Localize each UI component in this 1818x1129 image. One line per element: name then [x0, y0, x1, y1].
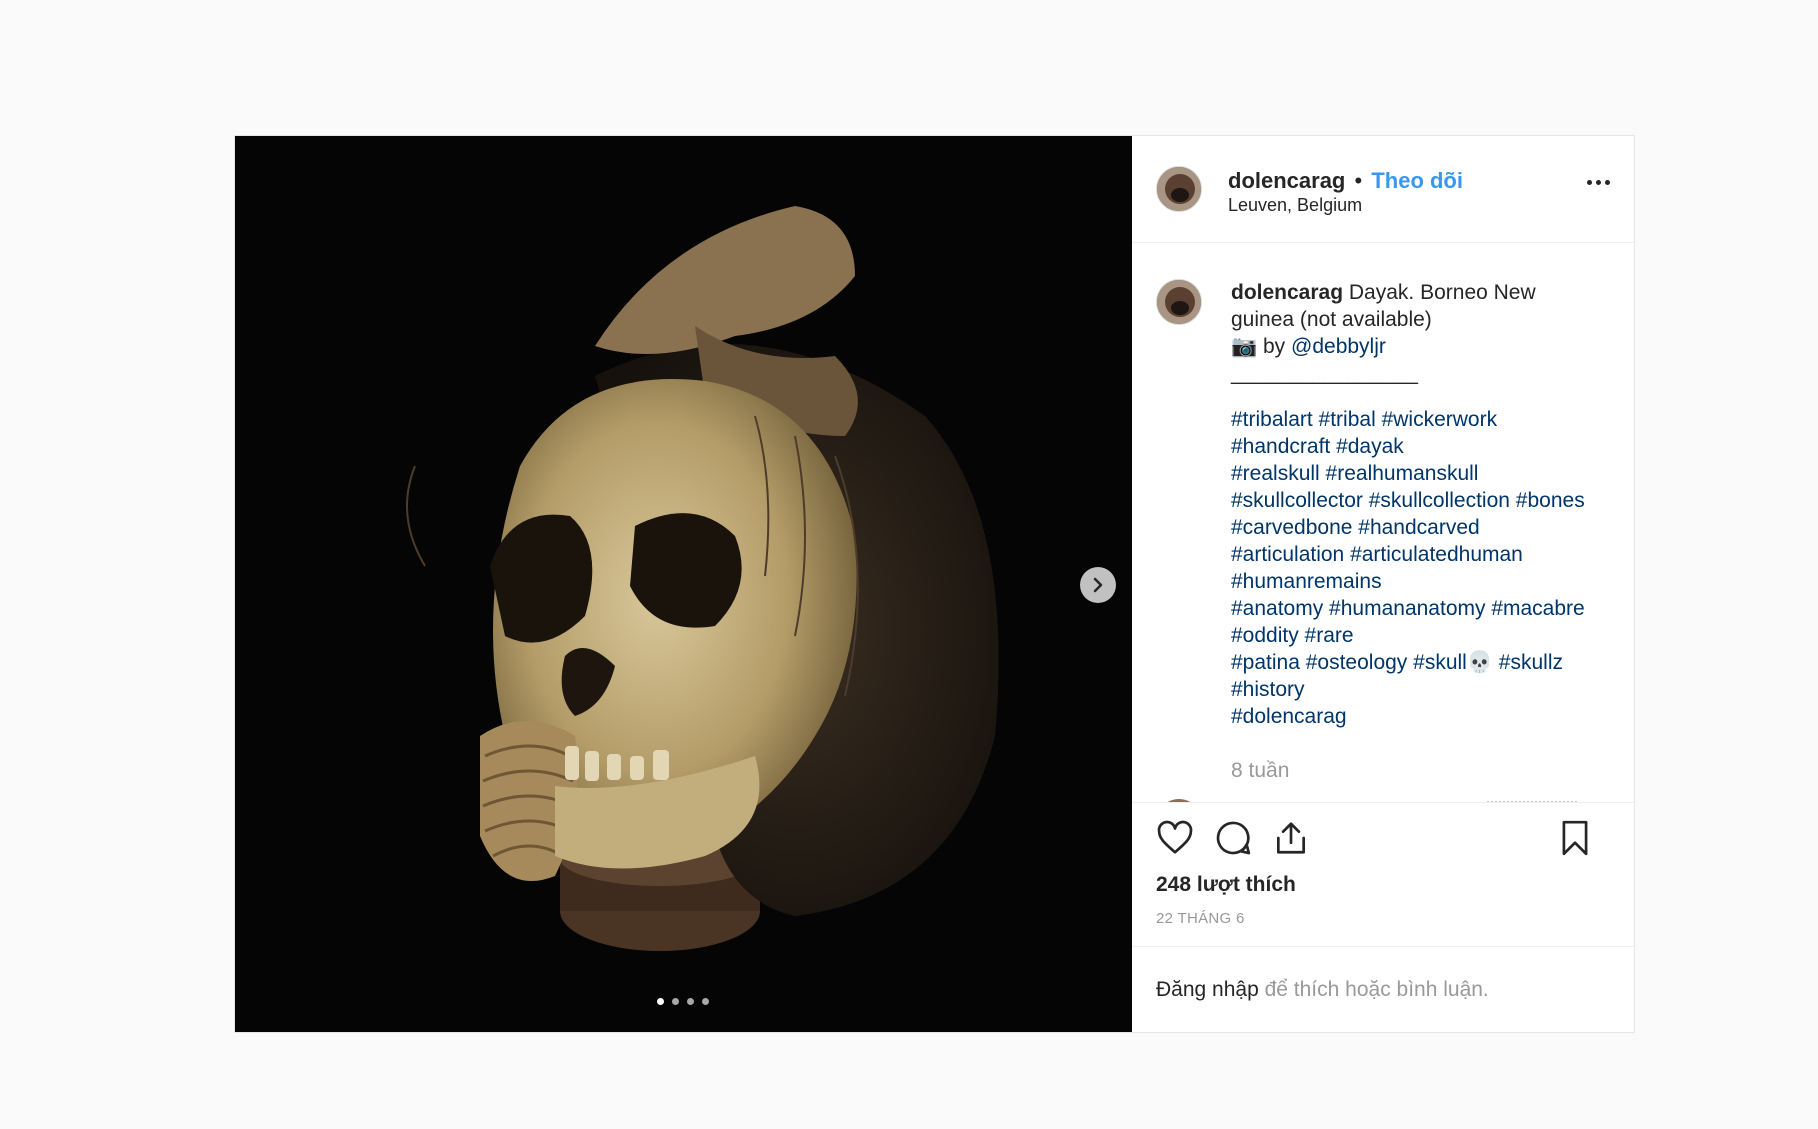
- hashtag-line[interactable]: #skullcollector #skullcollection #bones: [1231, 487, 1586, 514]
- share-button[interactable]: [1272, 819, 1310, 862]
- username-link[interactable]: dolencarag: [1228, 168, 1345, 193]
- comments-section[interactable]: dolencarag Dayak. Borneo New guinea (not…: [1132, 243, 1634, 802]
- caption-text: guinea (not available): [1231, 308, 1432, 331]
- comment-button[interactable]: [1214, 819, 1252, 862]
- post-side-panel: dolencarag • Theo dõi Leuven, Belgium do…: [1132, 136, 1634, 1032]
- login-prompt-text: Đăng nhập để thích hoặc bình luận.: [1156, 978, 1489, 1002]
- caption-avatar[interactable]: [1156, 279, 1202, 325]
- post-media[interactable]: [235, 136, 1132, 1032]
- like-button[interactable]: [1156, 819, 1194, 862]
- follow-button[interactable]: Theo dõi: [1371, 168, 1463, 193]
- carousel-dot: [687, 998, 694, 1005]
- share-icon: [1276, 822, 1306, 854]
- more-horizontal-icon: [1587, 180, 1592, 185]
- post-photo: [235, 136, 1132, 1032]
- caption-timestamp[interactable]: 8 tuần: [1231, 759, 1289, 783]
- more-horizontal-icon: [1596, 180, 1601, 185]
- avatar-image: [1157, 280, 1201, 324]
- hashtag-line[interactable]: #dolencarag: [1231, 703, 1586, 730]
- separator-dot: •: [1354, 168, 1363, 193]
- carousel-indicator: [657, 998, 709, 1005]
- hashtag-line[interactable]: #tribalart #tribal #wickerwork: [1231, 406, 1586, 433]
- hashtag-line[interactable]: #history: [1231, 676, 1586, 703]
- avatar-image: [1157, 167, 1201, 211]
- hashtag-line[interactable]: #articulation #articulatedhuman: [1231, 541, 1586, 568]
- chevron-right-icon: [1093, 577, 1103, 593]
- carousel-dot: [672, 998, 679, 1005]
- hashtag-line[interactable]: #patina #osteology #skull💀 #skullz: [1231, 649, 1586, 676]
- post-card: dolencarag • Theo dõi Leuven, Belgium do…: [234, 135, 1635, 1033]
- mention-link[interactable]: @debbyljr: [1291, 335, 1386, 358]
- post-date[interactable]: 22 THÁNG 6: [1156, 910, 1245, 927]
- more-horizontal-icon: [1605, 180, 1610, 185]
- post-actions: 248 lượt thích 22 THÁNG 6: [1132, 802, 1634, 946]
- more-options-button[interactable]: [1587, 180, 1610, 185]
- next-slide-button[interactable]: [1080, 567, 1116, 603]
- caption-text: Dayak. Borneo New: [1348, 281, 1536, 304]
- caption-by-text: by: [1257, 335, 1292, 358]
- bookmark-icon: [1562, 820, 1588, 856]
- login-prompt: Đăng nhập để thích hoặc bình luận.: [1132, 946, 1634, 1032]
- post-header: dolencarag • Theo dõi Leuven, Belgium: [1132, 136, 1634, 243]
- post-caption: dolencarag Dayak. Borneo New guinea (not…: [1231, 279, 1586, 730]
- hashtag-line[interactable]: #oddity #rare: [1231, 622, 1586, 649]
- hashtag-line[interactable]: #humanremains: [1231, 568, 1586, 595]
- location-link[interactable]: Leuven, Belgium: [1228, 195, 1362, 216]
- header-user-line: dolencarag • Theo dõi: [1228, 168, 1463, 194]
- like-count[interactable]: 248 lượt thích: [1156, 873, 1296, 897]
- carousel-dot: [702, 998, 709, 1005]
- login-link[interactable]: Đăng nhập: [1156, 978, 1259, 1001]
- camera-emoji: 📷: [1231, 335, 1258, 358]
- avatar[interactable]: [1156, 166, 1202, 212]
- caption-divider: ________________: [1231, 362, 1418, 385]
- comment-icon: [1216, 821, 1251, 855]
- hashtag-line[interactable]: #handcraft #dayak: [1231, 433, 1586, 460]
- caption-username-link[interactable]: dolencarag: [1231, 281, 1343, 304]
- login-rest-text: để thích hoặc bình luận.: [1258, 978, 1489, 1001]
- carousel-dot-active: [657, 998, 664, 1005]
- hashtag-line[interactable]: #realskull #realhumanskull: [1231, 460, 1586, 487]
- heart-icon: [1157, 820, 1193, 854]
- save-button[interactable]: [1556, 819, 1594, 862]
- hashtag-line[interactable]: #carvedbone #handcarved: [1231, 514, 1586, 541]
- hashtag-line[interactable]: #anatomy #humananatomy #macabre: [1231, 595, 1586, 622]
